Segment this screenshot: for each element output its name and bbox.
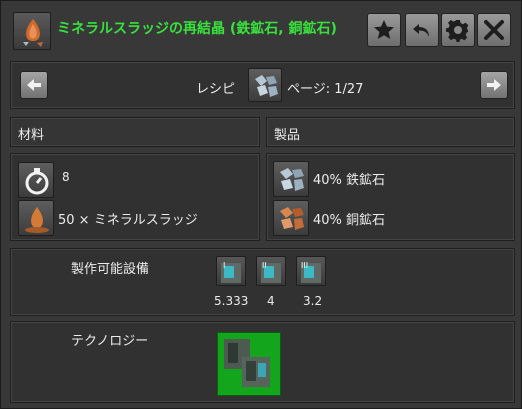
stopwatch-icon[interactable] — [18, 162, 54, 198]
page-indicator: ページ: 1/27 — [287, 82, 364, 97]
svg-text:I: I — [223, 261, 225, 270]
ingredient-sludge: 50 × ミネラルスラッジ — [58, 213, 198, 228]
recipe-navigation: レシピ ページ: 1/27 — [10, 61, 515, 109]
settings-button[interactable] — [441, 13, 475, 47]
craft-time: 8 — [62, 170, 70, 184]
recipe-window: ミネラルスラッジの再結晶 (鉄鉱石, 銅鉱石) レシピ ページ: 1/27 材料… — [0, 0, 522, 409]
close-button[interactable] — [477, 13, 511, 47]
crystallizer-tier-2-icon[interactable]: II — [256, 256, 286, 286]
svg-text:II: II — [262, 261, 267, 270]
machine-speed-tier-2: 4 — [267, 294, 275, 308]
gear-icon — [446, 20, 469, 42]
close-icon — [484, 20, 504, 40]
star-icon — [374, 20, 394, 39]
next-page-button[interactable] — [480, 71, 508, 99]
iron-ore-icon[interactable] — [273, 161, 309, 197]
arrow-left-icon — [27, 79, 41, 91]
previous-page-button[interactable] — [20, 71, 48, 99]
copper-ore-icon[interactable] — [273, 200, 309, 236]
machine-speed-tier-3: 3.2 — [303, 294, 323, 308]
arrow-right-icon — [487, 79, 501, 91]
title-bar: ミネラルスラッジの再結晶 (鉄鉱石, 銅鉱石) — [1, 1, 521, 55]
crystallizer-technology-icon[interactable] — [217, 332, 281, 396]
technology-label: テクノロジー — [71, 334, 149, 349]
ingredients-panel: 8 50 × ミネラルスラッジ — [10, 153, 260, 241]
recipe-label: レシピ — [196, 82, 236, 97]
mineral-sludge-recrystallization-icon — [13, 12, 51, 50]
product-iron-ore: 40% 鉄鉱石 — [313, 173, 386, 188]
svg-text:III: III — [301, 261, 308, 270]
products-header: 製品 — [266, 117, 515, 147]
crystallizer-tier-3-icon[interactable]: III — [296, 256, 326, 286]
products-panel: 40% 鉄鉱石 40% 銅鉱石 — [266, 153, 515, 241]
mineral-sludge-icon[interactable] — [18, 200, 54, 236]
machines-label: 製作可能設備 — [71, 262, 150, 277]
machines-panel: 製作可能設備 I II III 5.333 4 3.2 — [10, 248, 515, 316]
technology-panel: テクノロジー — [10, 321, 515, 403]
window-title: ミネラルスラッジの再結晶 (鉄鉱石, 銅鉱石) — [57, 21, 337, 37]
ingredients-header: 材料 — [10, 117, 260, 147]
back-arrow-icon — [413, 24, 429, 37]
product-copper-ore: 40% 銅鉱石 — [313, 213, 386, 228]
ore-chunk-icon — [248, 68, 282, 102]
favorite-button[interactable] — [367, 13, 401, 47]
back-button[interactable] — [405, 13, 439, 47]
machine-speed-tier-1: 5.333 — [214, 294, 249, 308]
crystallizer-tier-1-icon[interactable]: I — [216, 256, 246, 286]
